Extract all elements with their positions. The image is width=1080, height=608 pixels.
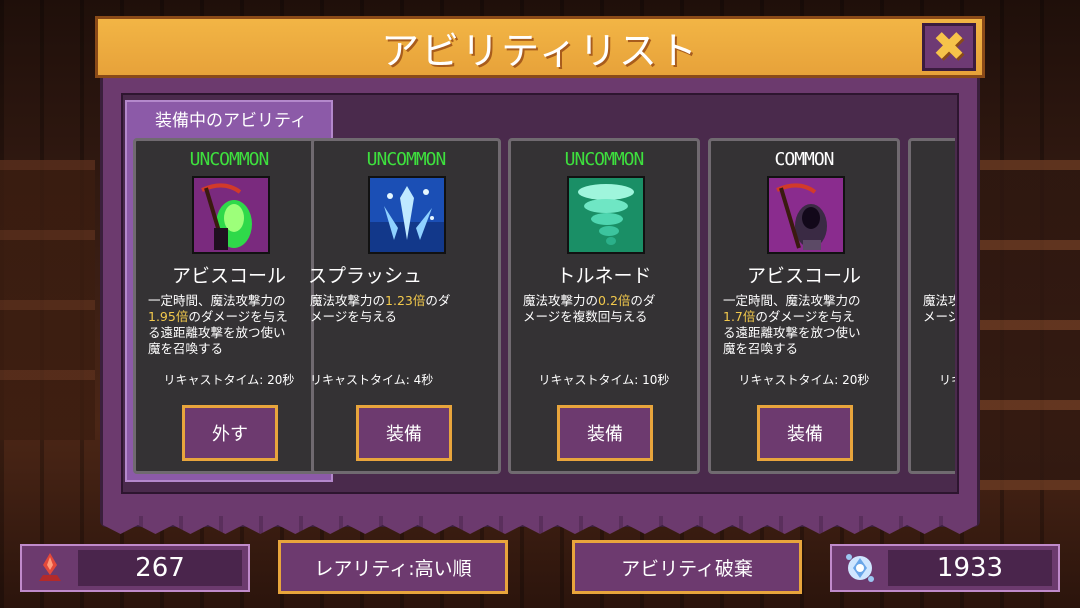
desc-text: 魔法攻撃力の bbox=[523, 293, 599, 308]
recast-time: リキャストタイム: 4秒 bbox=[310, 373, 434, 387]
desc-multiplier: 0.2倍 bbox=[598, 293, 631, 308]
ability-description: 魔法攻 メージ bbox=[923, 293, 955, 325]
desc-multiplier: 1.7倍 bbox=[723, 309, 756, 324]
recast-time: リキ bbox=[939, 373, 955, 387]
ability-description: 魔法攻撃力の0.2倍のダ メージを複数回与える bbox=[523, 293, 687, 325]
desc-multiplier: 1.95倍 bbox=[148, 309, 189, 324]
rarity-label: UNCOMMON bbox=[564, 149, 645, 170]
red-crystal-icon bbox=[30, 548, 70, 588]
ability-card-scroller[interactable]: 装備中のアビリティ UNCOMMON アビスコール 一定時間、魔法攻撃力の 1.… bbox=[125, 100, 955, 485]
bookshelf-right bbox=[970, 160, 1080, 490]
red-resource-counter: 267 bbox=[20, 544, 250, 592]
sort-rarity-button[interactable]: レアリティ:高い順 bbox=[278, 540, 508, 594]
rarity-label: COMMON bbox=[774, 149, 834, 170]
close-icon: ✖ bbox=[932, 24, 966, 70]
equipped-section-label: 装備中のアビリティ bbox=[155, 110, 307, 131]
desc-text: 魔法攻 メージ bbox=[923, 293, 955, 324]
equip-button[interactable]: 装備 bbox=[557, 405, 653, 461]
desc-text: 一定時間、魔法攻撃力の bbox=[723, 293, 861, 308]
unequip-button[interactable]: 外す bbox=[182, 405, 278, 461]
recast-time: リキャストタイム: 10秒 bbox=[538, 373, 670, 387]
ability-name: トルネード bbox=[556, 265, 652, 287]
equip-button[interactable]: 装備 bbox=[356, 405, 452, 461]
tornado-icon bbox=[567, 176, 645, 254]
recast-time: リキャストタイム: 20秒 bbox=[738, 373, 870, 387]
ability-description: 一定時間、魔法攻撃力の 1.7倍のダメージを与え る遠距離攻撃を放つ使い 魔を召… bbox=[723, 293, 887, 357]
ability-card[interactable]: 魔法攻 メージ リキ bbox=[908, 138, 955, 474]
ability-name: アビスコール bbox=[171, 265, 286, 287]
dialog-title: アビリティリスト bbox=[381, 28, 699, 73]
ability-card[interactable]: UNCOMMON スプラッシュ 魔法攻撃力の1.23倍のダ メージを与える リキ… bbox=[308, 138, 501, 474]
ability-card[interactable]: UNCOMMON トルネード 魔法攻撃力の0.2倍のダ メージを複数回与える リ… bbox=[508, 138, 700, 474]
desc-text: 一定時間、魔法攻撃力の bbox=[148, 293, 286, 308]
close-button[interactable]: ✖ bbox=[922, 23, 976, 71]
blue-gem-icon bbox=[840, 548, 880, 588]
ability-name: アビスコール bbox=[746, 265, 861, 287]
water-splash-icon bbox=[368, 176, 446, 254]
recast-time: リキャストタイム: 20秒 bbox=[163, 373, 295, 387]
rarity-label: UNCOMMON bbox=[189, 149, 270, 170]
desc-multiplier: 1.23倍 bbox=[385, 293, 426, 308]
equip-button[interactable]: 装備 bbox=[757, 405, 853, 461]
ability-name: スプラッシュ bbox=[308, 265, 423, 287]
ability-description: 魔法攻撃力の1.23倍のダ メージを与える bbox=[310, 293, 488, 325]
blue-resource-value: 1933 bbox=[888, 550, 1052, 586]
desc-text: 魔法攻撃力の bbox=[310, 293, 386, 308]
reaper-purple-icon bbox=[767, 176, 845, 254]
ability-description: 一定時間、魔法攻撃力の 1.95倍のダメージを与え る遠距離攻撃を放つ使い 魔を… bbox=[148, 293, 312, 357]
ability-card[interactable]: COMMON アビスコール 一定時間、魔法攻撃力の 1.7倍のダメージを与え る… bbox=[708, 138, 900, 474]
reaper-green-icon bbox=[192, 176, 270, 254]
destroy-ability-button[interactable]: アビリティ破棄 bbox=[572, 540, 802, 594]
rarity-label: UNCOMMON bbox=[366, 149, 447, 170]
bookshelf-left bbox=[0, 160, 95, 440]
red-resource-value: 267 bbox=[78, 550, 242, 586]
ability-card[interactable]: UNCOMMON アビスコール 一定時間、魔法攻撃力の 1.95倍のダメージを与… bbox=[133, 138, 325, 474]
dialog-titlebar: アビリティリスト ✖ bbox=[95, 16, 985, 78]
blue-resource-counter: 1933 bbox=[830, 544, 1060, 592]
